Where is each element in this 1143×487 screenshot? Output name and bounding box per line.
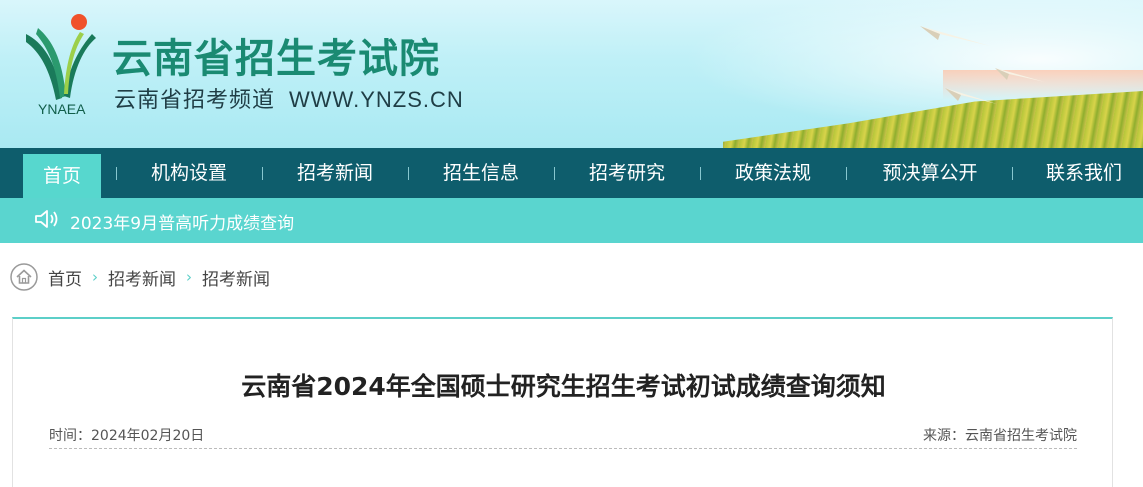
nav-separator bbox=[1012, 167, 1013, 180]
notice-bar: 2023年9月普高听力成绩查询 bbox=[0, 198, 1143, 243]
article-meta: 时间：2024年02月20日 来源：云南省招生考试院 bbox=[49, 425, 1077, 449]
speaker-icon bbox=[35, 210, 58, 228]
paper-plane-icon bbox=[920, 26, 990, 46]
breadcrumb-current[interactable]: 招考新闻 bbox=[202, 265, 270, 290]
nav-separator bbox=[116, 167, 117, 180]
breadcrumb-home[interactable]: 首页 bbox=[48, 265, 82, 290]
site-title: 云南省招生考试院 bbox=[112, 36, 440, 82]
main-nav: 首页 机构设置 招考新闻 招生信息 招考研究 政策法规 预决算公开 联系我们 bbox=[0, 148, 1143, 198]
channel-name: 云南省招考频道 bbox=[114, 88, 276, 113]
breadcrumb-exam-news[interactable]: 招考新闻 bbox=[108, 265, 176, 290]
breadcrumb: 首页 › 招考新闻 › 招考新闻 bbox=[10, 262, 270, 292]
paper-plane-icon bbox=[945, 88, 997, 104]
nav-separator bbox=[554, 167, 555, 180]
nav-item-contact[interactable]: 联系我们 bbox=[1025, 148, 1143, 198]
breadcrumb-separator: › bbox=[186, 268, 192, 286]
nav-item-admission-info[interactable]: 招生信息 bbox=[421, 148, 541, 198]
nav-separator bbox=[846, 167, 847, 180]
logo-abbreviation: YNAEA bbox=[38, 101, 86, 117]
article-time: 时间：2024年02月20日 bbox=[49, 428, 205, 444]
nav-item-budget[interactable]: 预决算公开 bbox=[859, 148, 1001, 198]
site-url: WWW.YNZS.CN bbox=[289, 87, 464, 112]
article-card: 云南省2024年全国硕士研究生招生考试初试成绩查询须知 时间：2024年02月2… bbox=[12, 317, 1113, 487]
site-banner: YNAEA 云南省招生考试院 云南省招考频道 WWW.YNZS.CN bbox=[0, 0, 1143, 148]
site-subtitle: 云南省招考频道 WWW.YNZS.CN bbox=[114, 82, 464, 114]
nav-separator bbox=[262, 167, 263, 180]
paper-plane-icon bbox=[995, 68, 1045, 82]
nav-separator bbox=[408, 167, 409, 180]
notice-link[interactable]: 2023年9月普高听力成绩查询 bbox=[70, 209, 294, 234]
nav-item-exam-news[interactable]: 招考新闻 bbox=[275, 148, 395, 198]
article-title: 云南省2024年全国硕士研究生招生考试初试成绩查询须知 bbox=[241, 372, 886, 401]
nav-item-exam-research[interactable]: 招考研究 bbox=[567, 148, 687, 198]
home-icon[interactable] bbox=[10, 263, 38, 291]
nav-item-policy[interactable]: 政策法规 bbox=[713, 148, 833, 198]
breadcrumb-separator: › bbox=[92, 268, 98, 286]
nav-separator bbox=[700, 167, 701, 180]
article-source: 来源：云南省招生考试院 bbox=[923, 428, 1077, 444]
nav-item-home[interactable]: 首页 bbox=[23, 154, 101, 198]
nav-item-organization[interactable]: 机构设置 bbox=[129, 148, 249, 198]
